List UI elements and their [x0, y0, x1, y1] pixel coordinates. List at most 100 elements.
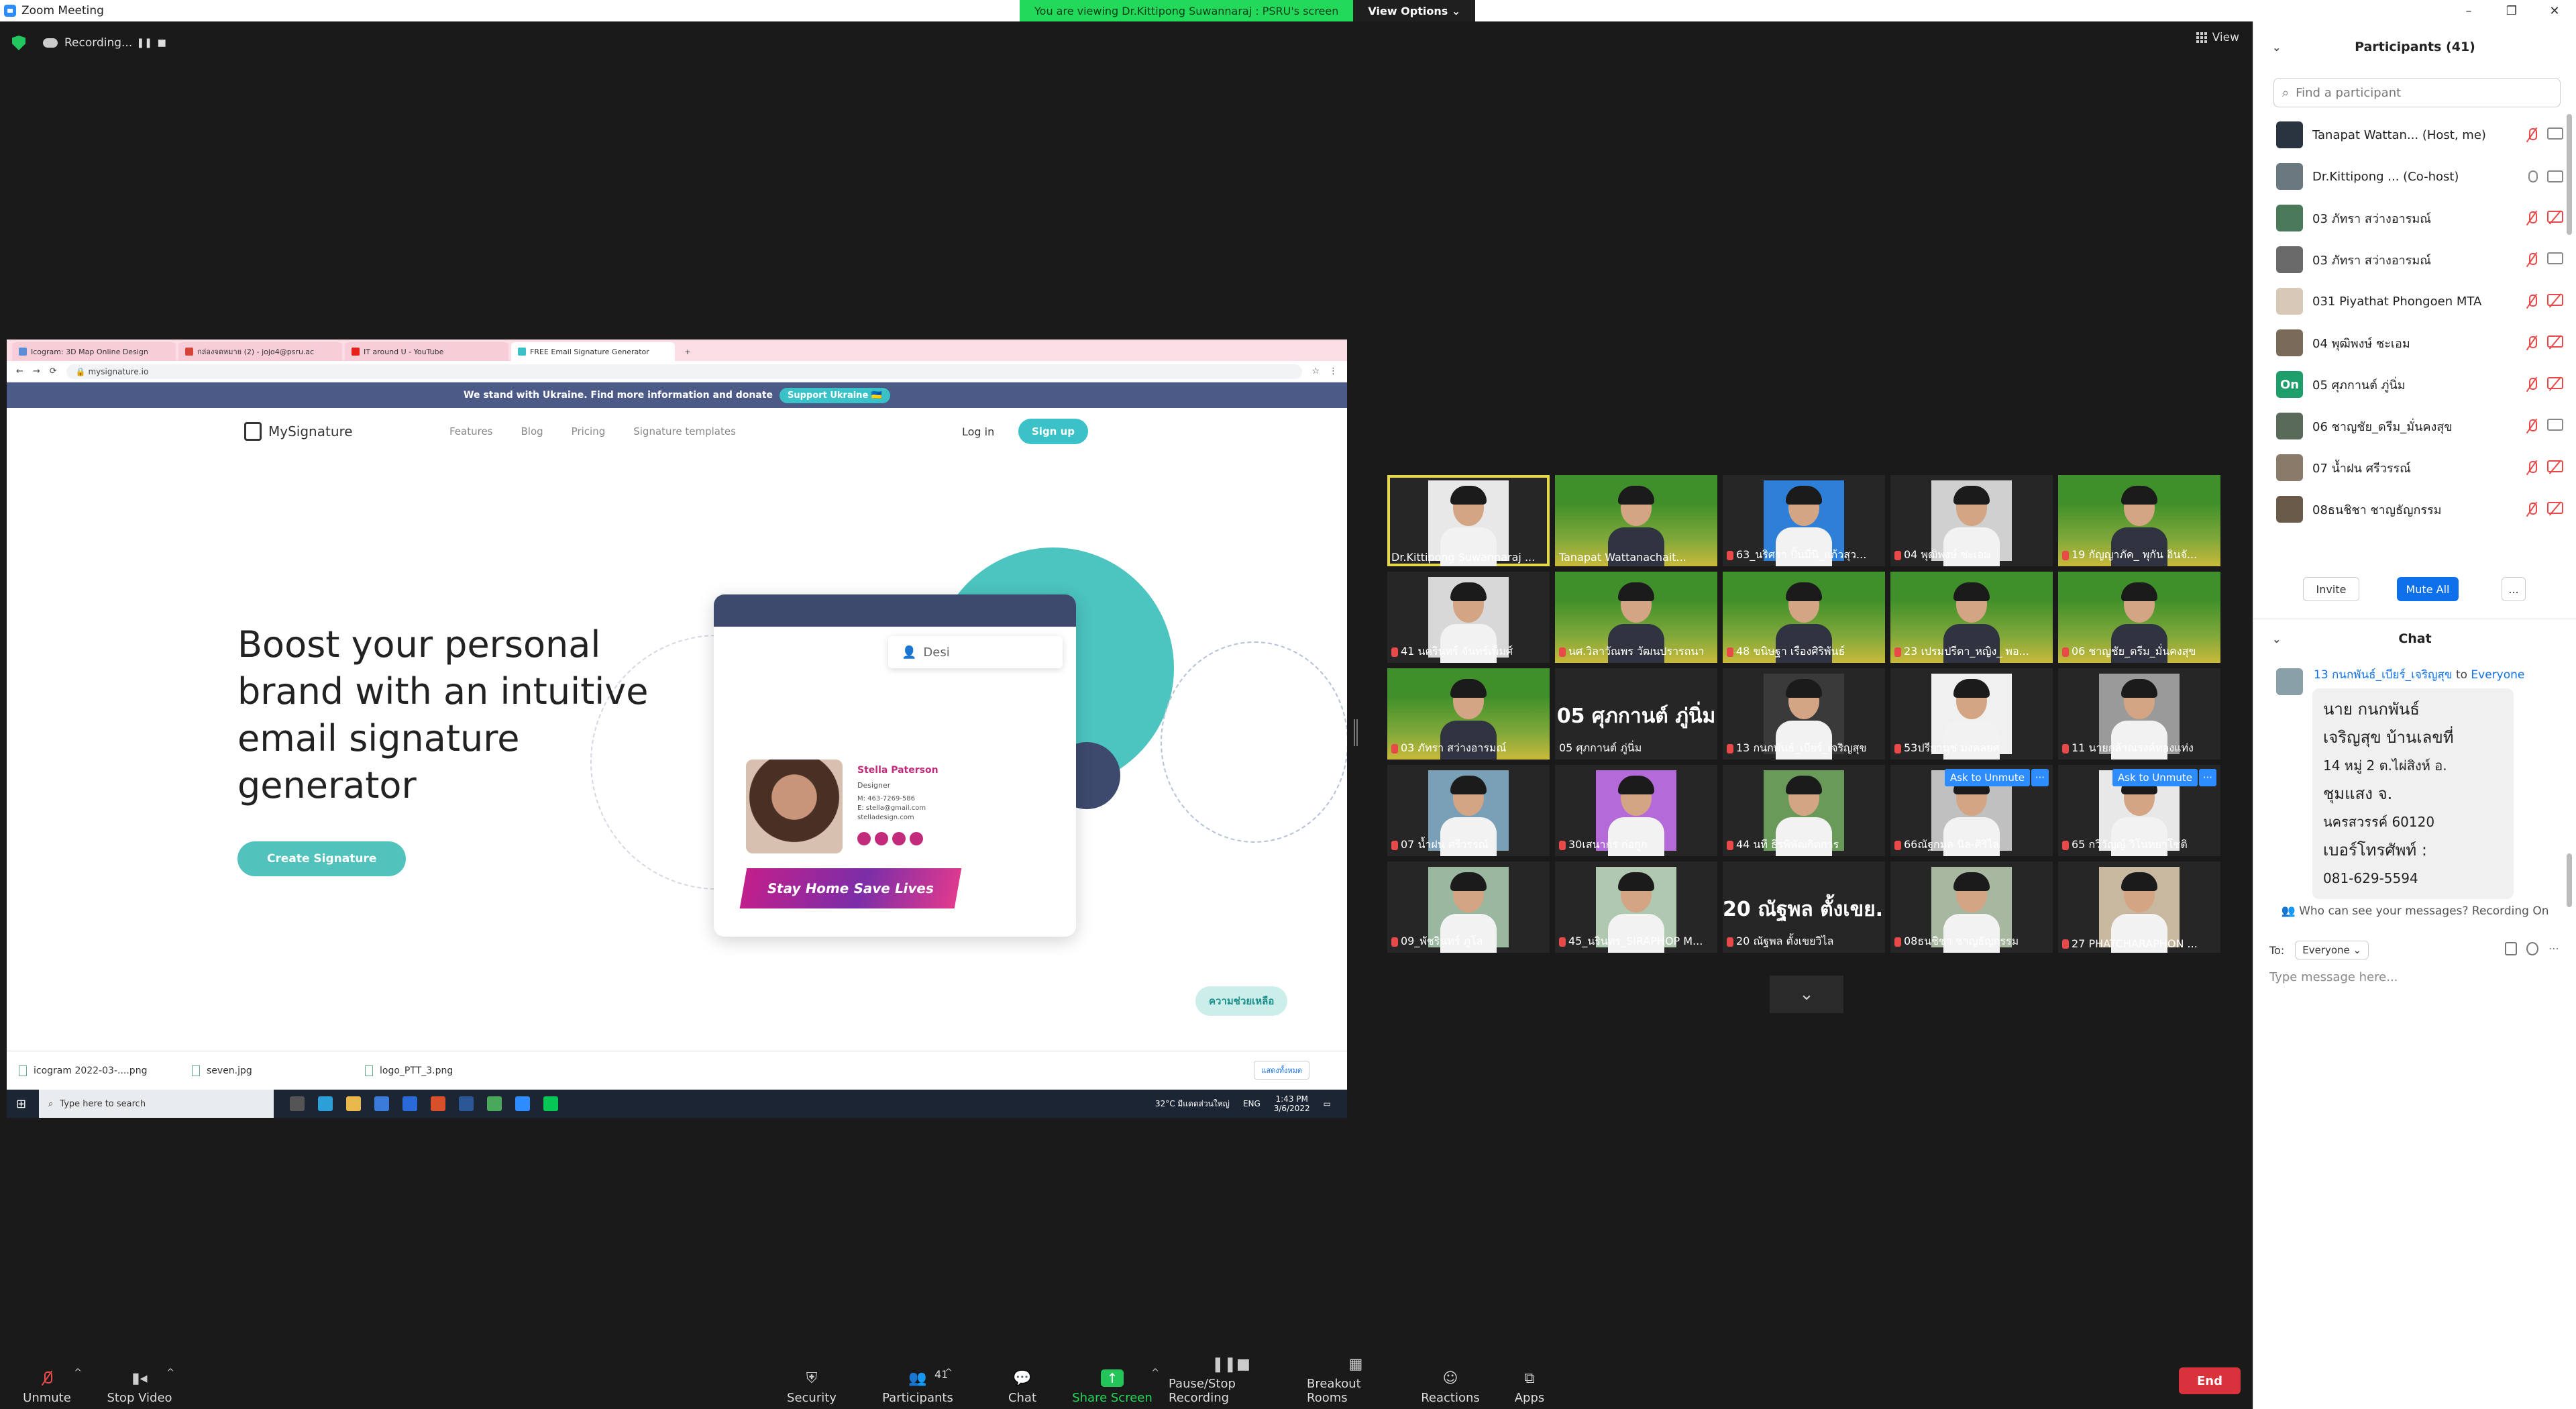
video-tile[interactable]: 30เสนากร ก่อกูก: [1555, 765, 1717, 856]
edge-icon[interactable]: [318, 1096, 333, 1111]
ask-to-unmute-button[interactable]: Ask to Unmute: [1944, 769, 2030, 786]
participant-row[interactable]: 03 ภัทรา สว่างอารมณ์: [2253, 197, 2576, 239]
download-item[interactable]: seven.jpg: [192, 1065, 333, 1076]
video-tile[interactable]: 45_นรินทร_SIRAPHOP M...: [1555, 862, 1717, 953]
video-camera-icon[interactable]: [2547, 170, 2563, 182]
participant-row[interactable]: 031 Piyathat Phongoen MTA: [2253, 280, 2576, 322]
participant-row[interactable]: Tanapat Wattan... (Host, me): [2253, 114, 2576, 156]
participants-scrollbar[interactable]: [2567, 114, 2572, 235]
close-window-button[interactable]: ✕: [2533, 0, 2576, 21]
task-view-icon[interactable]: [290, 1096, 305, 1111]
windows-start-icon[interactable]: ⊞: [16, 1097, 26, 1111]
mic-muted-icon[interactable]: [2526, 127, 2538, 142]
zoom-taskbar-icon[interactable]: [515, 1096, 530, 1111]
video-tile[interactable]: 08ธนชิชา ชาญธัญกรรม: [1890, 862, 2053, 953]
show-all-downloads-button[interactable]: แสดงทั้งหมด: [1254, 1061, 1309, 1080]
participant-row[interactable]: 08ธนชิชา ชาญธัญกรรม: [2253, 488, 2576, 530]
participants-more-button[interactable]: ...: [2502, 577, 2526, 601]
video-options-caret[interactable]: ^: [166, 1367, 174, 1378]
file-explorer-icon[interactable]: [346, 1096, 361, 1111]
breakout-rooms-button[interactable]: ▦ Breakout Rooms: [1307, 1356, 1405, 1405]
video-off-icon[interactable]: [2547, 335, 2563, 348]
collapse-chat-icon[interactable]: ⌄: [2272, 633, 2281, 645]
taskbar-search[interactable]: ⌕ Type here to search: [39, 1090, 274, 1118]
download-item[interactable]: logo_PTT_3.png: [365, 1065, 506, 1076]
end-meeting-button[interactable]: End: [2179, 1367, 2241, 1394]
unmute-button[interactable]: Unmute ^: [0, 1362, 94, 1405]
video-tile[interactable]: Ask to Unmute ··· 66ณัฐกมล นิล-ศิริไล: [1890, 765, 2053, 856]
mic-muted-icon[interactable]: [2526, 502, 2538, 517]
participant-row[interactable]: 04 พุฒิพงษ์ ชะเอม: [2253, 322, 2576, 364]
video-camera-icon[interactable]: [2547, 419, 2563, 431]
chat-sender-name[interactable]: 13 กนกพันธ์_เบียร์_เจริญสุข: [2314, 668, 2453, 682]
audio-options-caret[interactable]: ^: [74, 1367, 82, 1378]
tile-more-button[interactable]: ···: [2031, 769, 2049, 786]
video-tile[interactable]: 03 ภัทรา สว่างอารมณ์: [1387, 668, 1550, 760]
video-off-icon[interactable]: [2547, 211, 2563, 223]
mic-muted-icon[interactable]: [2526, 252, 2538, 267]
collapse-participants-icon[interactable]: ⌄: [2272, 41, 2281, 54]
url-field[interactable]: 🔒 mysignature.io: [66, 364, 1303, 379]
encryption-shield-icon[interactable]: [12, 36, 25, 50]
video-tile[interactable]: 44 นที ธีรพิพัฒกิตการ: [1723, 765, 1885, 856]
new-tab-button[interactable]: +: [678, 342, 698, 361]
video-off-icon[interactable]: [2547, 377, 2563, 389]
clock[interactable]: 1:43 PM 3/6/2022: [1274, 1094, 1310, 1113]
mic-muted-icon[interactable]: [2526, 335, 2538, 350]
participant-row[interactable]: 07 น้ำฝน ศรีวรรณ์: [2253, 447, 2576, 488]
store-icon[interactable]: [374, 1096, 389, 1111]
maximize-button[interactable]: ❐: [2490, 0, 2533, 21]
share-screen-button[interactable]: ↑ Share Screen ^: [1065, 1362, 1159, 1405]
video-tile[interactable]: 09_พัชรินทร์ ภูโล: [1387, 862, 1550, 953]
mic-icon[interactable]: [2528, 170, 2538, 182]
stop-video-button[interactable]: ▮◂ Stop Video ^: [93, 1362, 186, 1405]
emoji-icon[interactable]: [2526, 942, 2538, 955]
video-camera-icon[interactable]: [2547, 252, 2563, 264]
chat-button[interactable]: 💬 Chat: [975, 1362, 1069, 1406]
support-ukraine-button[interactable]: Support Ukraine 🇺🇦: [780, 387, 890, 403]
who-can-see-messages[interactable]: 👥 Who can see your messages? Recording O…: [2253, 904, 2576, 918]
mic-muted-icon[interactable]: [2526, 419, 2538, 433]
mute-all-button[interactable]: Mute All: [2397, 577, 2459, 601]
participants-button[interactable]: 👥 41 Participants ^: [871, 1362, 965, 1405]
file-attach-icon[interactable]: [2505, 942, 2517, 955]
forward-icon[interactable]: →: [33, 366, 40, 376]
office-icon[interactable]: [431, 1096, 445, 1111]
language-indicator[interactable]: ENG: [1243, 1099, 1260, 1108]
help-button[interactable]: ความช่วยเหลือ: [1195, 986, 1288, 1016]
video-tile[interactable]: 19 กัญญาภัค_ พุกัน อินจั...: [2058, 475, 2220, 566]
participant-search-input[interactable]: ⌕ Find a participant: [2273, 78, 2561, 107]
minimize-button[interactable]: –: [2447, 0, 2490, 21]
share-options-caret[interactable]: ^: [1151, 1367, 1159, 1378]
ask-to-unmute-button[interactable]: Ask to Unmute: [2112, 769, 2198, 786]
video-tile[interactable]: 23 เปรมปรีดา_หญิง_ พอ...: [1890, 572, 2053, 663]
video-tile[interactable]: 27 PHATCHARAPHON ...: [2058, 862, 2220, 953]
chat-scrollbar[interactable]: [2567, 853, 2572, 907]
video-tile[interactable]: 05 ศุภกานต์ ภู่นิ่ม 05 ศุภกานต์ ภู่นิ่ม: [1555, 668, 1717, 760]
line-icon[interactable]: [543, 1096, 558, 1111]
security-button[interactable]: ⛨ Security: [765, 1362, 859, 1406]
video-grid-next-page-button[interactable]: ⌄: [1770, 976, 1843, 1013]
pause-stop-recording-button[interactable]: ❚❚■ Pause/Stop Recording: [1169, 1356, 1293, 1405]
reload-icon[interactable]: ⟳: [50, 366, 57, 376]
video-tile[interactable]: 48 ขนิษฐา เรืองศิริพันธ์: [1723, 572, 1885, 663]
apps-button[interactable]: ⧉ Apps: [1483, 1362, 1576, 1406]
video-tile[interactable]: นศ.วิลาวัณพร วัฒนปรารถนา: [1555, 572, 1717, 663]
video-off-icon[interactable]: [2547, 460, 2563, 472]
video-tile[interactable]: Dr.Kittipong Suwannaraj ...: [1387, 475, 1550, 566]
video-off-icon[interactable]: [2547, 502, 2563, 514]
chat-recipient-select[interactable]: Everyone ⌄: [2295, 941, 2369, 959]
weather-widget[interactable]: 32°C มีแดดส่วนใหญ่: [1155, 1098, 1230, 1110]
view-button[interactable]: View: [2196, 31, 2239, 44]
chrome-icon[interactable]: [487, 1096, 502, 1111]
mic-muted-icon[interactable]: [2526, 211, 2538, 225]
participant-row[interactable]: 06 ชาญชัย_ดรีม_มั่นคงสุข: [2253, 405, 2576, 447]
video-tile[interactable]: 63_นริศรา ปั้นมีนิ_แก้วสุว...: [1723, 475, 1885, 566]
participant-row[interactable]: On 05 ศุภกานต์ ภู่นิ่ม: [2253, 364, 2576, 405]
video-tile[interactable]: 13 กนกพันธ์_เบียร์_เจริญสุข: [1723, 668, 1885, 760]
browser-tab[interactable]: Icogram: 3D Map Online Design: [12, 342, 176, 361]
signup-button[interactable]: Sign up: [1018, 419, 1088, 444]
pause-recording-button[interactable]: ❚❚: [137, 38, 152, 48]
video-tile[interactable]: 04 พุฒิพงษ์ ชะเอม: [1890, 475, 2053, 566]
chat-message-input[interactable]: Type message here...: [2269, 970, 2558, 984]
